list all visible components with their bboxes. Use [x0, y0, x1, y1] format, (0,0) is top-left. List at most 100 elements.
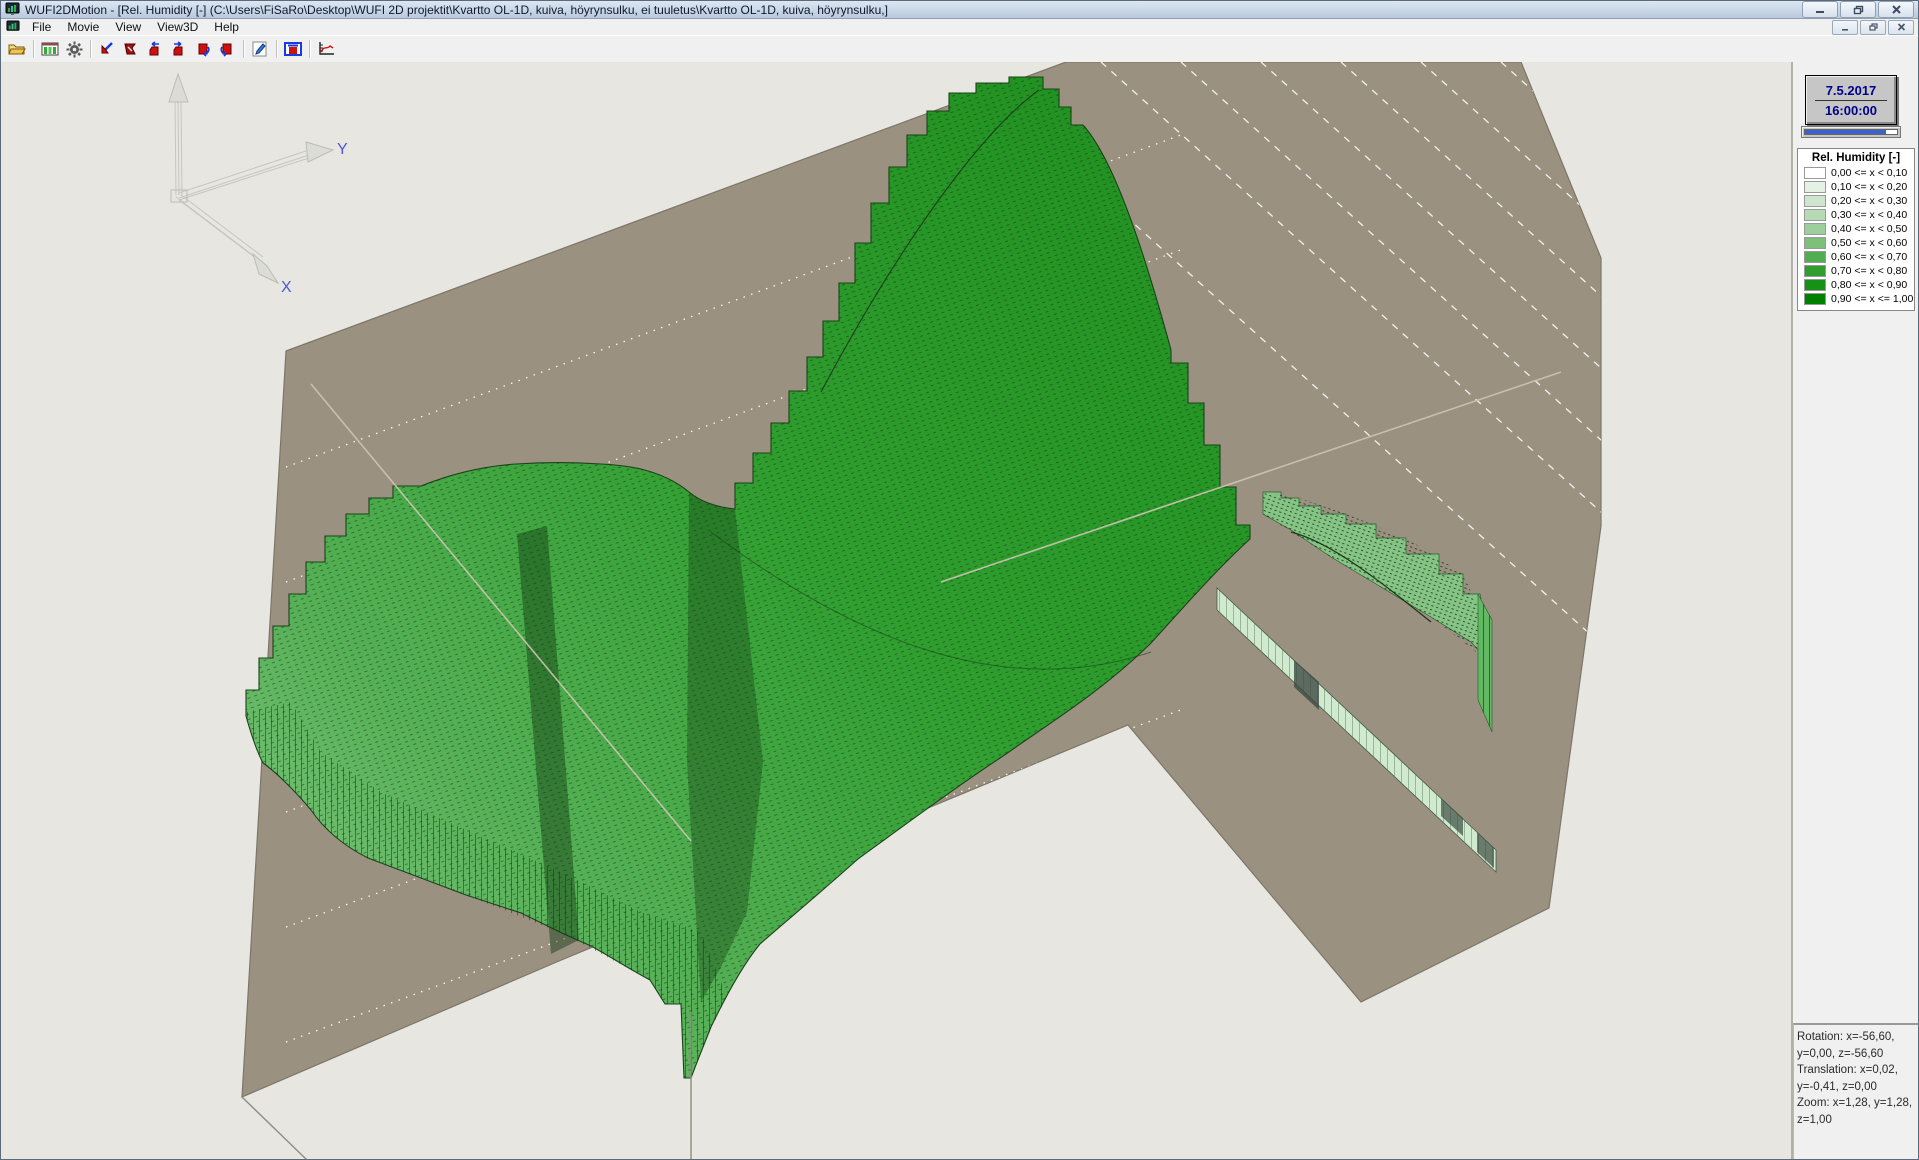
legend-range-label: 0,60 <= x < 0,70 [1831, 251, 1907, 263]
step-backward-button[interactable] [143, 37, 167, 61]
loop-backward-icon [194, 41, 212, 57]
frame-view-icon [284, 41, 302, 57]
legend-range-label: 0,90 <= x <= 1,00 [1831, 293, 1913, 305]
simulation-date: 7.5.2017 [1826, 82, 1877, 99]
legend-title: Rel. Humidity [-] [1800, 152, 1912, 164]
step-forward-icon [170, 41, 188, 57]
mdi-minimize-icon [1841, 24, 1849, 31]
translation-status: Translation: x=0,02, y=-0,41, z=0,00 [1797, 1062, 1916, 1095]
legend-rows: 0,00 <= x < 0,10 0,10 <= x < 0,20 0,20 <= … [1800, 166, 1912, 306]
jump-start-icon [98, 41, 116, 57]
legend-range-label: 0,20 <= x < 0,30 [1831, 195, 1907, 207]
close-icon [1891, 5, 1902, 15]
simulation-clock: 7.5.2017 16:00:00 [1805, 75, 1897, 125]
mdi-minimize-button[interactable] [1832, 20, 1858, 35]
toolbar-separator [33, 40, 34, 58]
legend-item: 0,10 <= x < 0,20 [1800, 180, 1912, 194]
mdi-close-icon [1897, 23, 1906, 31]
legend-item: 0,80 <= x < 0,90 [1800, 278, 1912, 292]
document-icon [6, 20, 20, 34]
loop-forward-icon [218, 41, 236, 57]
simulation-time: 16:00:00 [1825, 102, 1877, 119]
loop-forward-button[interactable] [215, 37, 239, 61]
chart-view-button[interactable] [314, 37, 338, 61]
legend-item: 0,90 <= x <= 1,00 [1800, 292, 1912, 306]
legend-swatch [1804, 265, 1826, 277]
mdi-close-button[interactable] [1888, 20, 1914, 35]
legend-range-label: 0,00 <= x < 0,10 [1831, 167, 1907, 179]
legend-swatch [1804, 293, 1826, 305]
toolbar-separator [276, 40, 277, 58]
side-panel: 7.5.2017 16:00:00 Rel. Humidity [-] 0,00… [1793, 62, 1918, 1159]
mdi-restore-button[interactable] [1860, 20, 1886, 35]
application-window: WUFI2DMotion - [Rel. Humidity [-] (C:\Us… [0, 0, 1919, 1160]
movie-progress[interactable] [1801, 126, 1901, 138]
menu-help[interactable]: Help [206, 20, 247, 34]
menu-bar: File Movie View View3D Help [1, 19, 1918, 35]
legend-range-label: 0,40 <= x < 0,50 [1831, 223, 1907, 235]
play-reverse-icon [122, 41, 140, 57]
legend-item: 0,50 <= x < 0,60 [1800, 236, 1912, 250]
legend: Rel. Humidity [-] 0,00 <= x < 0,10 0,10 <… [1797, 148, 1915, 311]
legend-swatch [1804, 237, 1826, 249]
legend-swatch [1804, 181, 1826, 193]
loop-backward-button[interactable] [191, 37, 215, 61]
legend-range-label: 0,70 <= x < 0,80 [1831, 265, 1907, 277]
toolbar [1, 35, 1918, 63]
restore-button[interactable] [1840, 1, 1876, 18]
axis-label-y: Y [337, 141, 348, 158]
open-folder-icon [8, 41, 26, 57]
legend-swatch [1804, 251, 1826, 263]
menu-file[interactable]: File [24, 20, 59, 34]
frame-view-button[interactable] [281, 37, 305, 61]
legend-range-label: 0,10 <= x < 0,20 [1831, 181, 1907, 193]
close-button[interactable] [1878, 1, 1914, 18]
legend-item: 0,00 <= x < 0,10 [1800, 166, 1912, 180]
app-icon [5, 2, 20, 17]
settings-button[interactable] [62, 37, 86, 61]
axis-label-x: X [281, 279, 292, 296]
legend-range-label: 0,50 <= x < 0,60 [1831, 237, 1907, 249]
legend-swatch [1804, 223, 1826, 235]
chart-icon [317, 41, 335, 57]
scene-3d[interactable]: Y X [1, 62, 1791, 1160]
legend-swatch [1804, 195, 1826, 207]
toolbar-separator [90, 40, 91, 58]
film-table-icon [41, 41, 59, 57]
toolbar-separator [243, 40, 244, 58]
restore-icon [1853, 5, 1864, 15]
legend-item: 0,20 <= x < 0,30 [1800, 194, 1912, 208]
legend-item: 0,30 <= x < 0,40 [1800, 208, 1912, 222]
progress-track [1804, 129, 1898, 135]
edit-button[interactable] [248, 37, 272, 61]
pencil-icon [251, 41, 269, 57]
gear-icon [66, 41, 83, 58]
menu-view[interactable]: View [107, 20, 149, 34]
main-content: Y X 7.5.2017 16:00:00 Rel. Humidity [-] … [1, 62, 1918, 1159]
open-file-button[interactable] [5, 37, 29, 61]
view-status-panel: Rotation: x=-56,60, y=0,00, z=-56,60 Tra… [1793, 1023, 1918, 1159]
menu-movie[interactable]: Movie [59, 20, 107, 34]
step-backward-icon [146, 41, 164, 57]
progress-fill [1805, 130, 1886, 134]
viewport-3d[interactable]: Y X [1, 62, 1793, 1160]
legend-swatch [1804, 167, 1826, 179]
window-title: WUFI2DMotion - [Rel. Humidity [-] (C:\Us… [25, 3, 888, 17]
play-reverse-button[interactable] [119, 37, 143, 61]
legend-item: 0,40 <= x < 0,50 [1800, 222, 1912, 236]
legend-range-label: 0,30 <= x < 0,40 [1831, 209, 1907, 221]
legend-swatch [1804, 279, 1826, 291]
jump-start-button[interactable] [95, 37, 119, 61]
minimize-icon [1815, 5, 1825, 14]
minimize-button[interactable] [1802, 1, 1838, 18]
toolbar-separator [309, 40, 310, 58]
title-bar[interactable]: WUFI2DMotion - [Rel. Humidity [-] (C:\Us… [1, 1, 1918, 19]
menu-view3d[interactable]: View3D [149, 20, 206, 34]
step-forward-button[interactable] [167, 37, 191, 61]
legend-item: 0,70 <= x < 0,80 [1800, 264, 1912, 278]
clock-divider [1815, 100, 1887, 101]
rotation-status: Rotation: x=-56,60, y=0,00, z=-56,60 [1797, 1029, 1916, 1062]
zoom-status: Zoom: x=1,28, y=1,28, z=1,00 [1797, 1095, 1916, 1128]
mdi-restore-icon [1869, 23, 1878, 31]
film-table-button[interactable] [38, 37, 62, 61]
